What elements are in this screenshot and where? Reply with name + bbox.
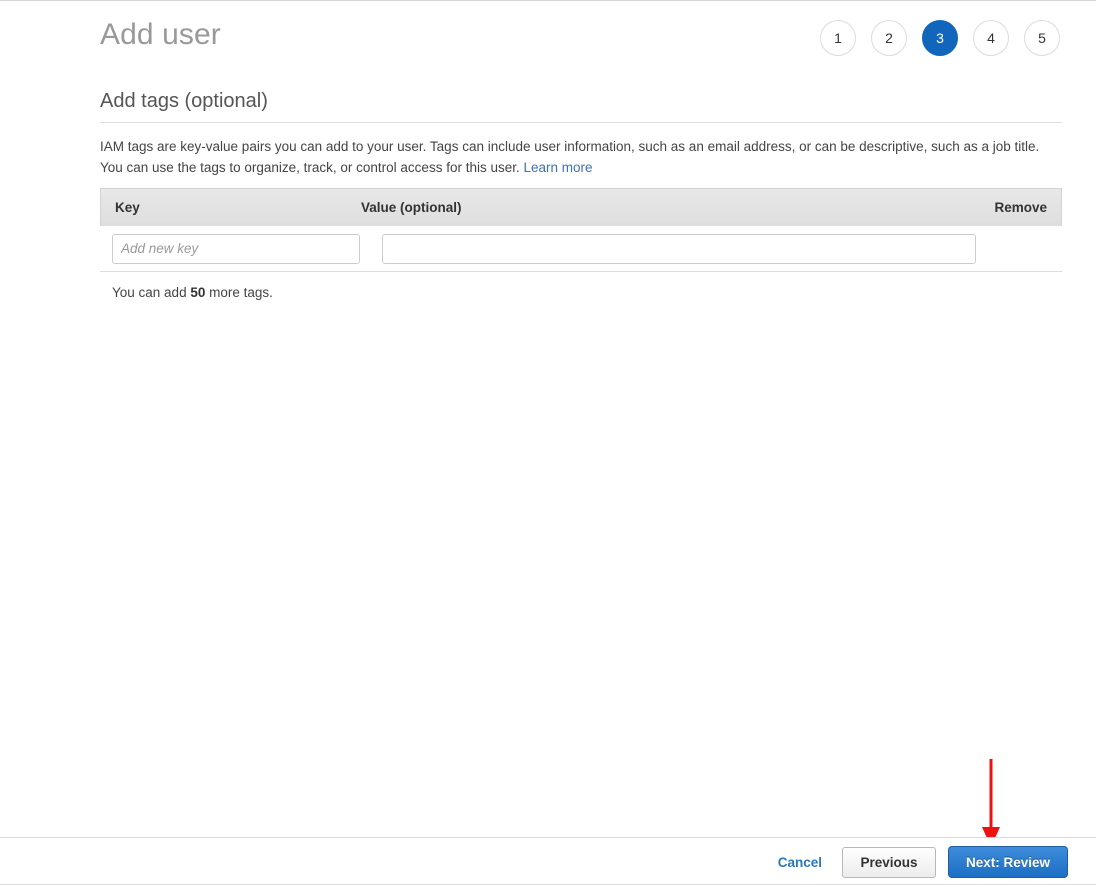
top-divider (0, 0, 1096, 1)
table-row (100, 226, 1062, 271)
wizard-step-5[interactable]: 5 (1024, 20, 1060, 56)
tags-table-body (100, 226, 1062, 272)
page-title: Add user (100, 18, 221, 52)
tags-table-header: Key Value (optional) Remove (100, 188, 1062, 226)
column-header-key: Key (101, 200, 361, 215)
footer-actions: Cancel Previous Next: Review (770, 846, 1068, 878)
red-down-arrow-icon (968, 757, 1014, 849)
tag-value-input[interactable] (382, 234, 976, 264)
tags-note-suffix: more tags. (205, 285, 273, 300)
section-title: Add tags (optional) (100, 90, 1062, 123)
tag-key-input[interactable] (112, 234, 360, 264)
tags-table: Key Value (optional) Remove (100, 188, 1062, 272)
cell-key (100, 234, 360, 264)
page-header: Add user 1 2 3 4 5 (100, 14, 1060, 70)
column-header-remove: Remove (941, 200, 1061, 215)
wizard-step-3[interactable]: 3 (922, 20, 958, 56)
wizard-step-2[interactable]: 2 (871, 20, 907, 56)
wizard-step-1[interactable]: 1 (820, 20, 856, 56)
tags-remaining-note: You can add 50 more tags. (112, 285, 273, 300)
section-description: IAM tags are key-value pairs you can add… (100, 123, 1050, 178)
wizard-step-indicator: 1 2 3 4 5 (820, 20, 1060, 56)
tags-note-prefix: You can add (112, 285, 190, 300)
tags-note-count: 50 (190, 285, 205, 300)
wizard-step-4[interactable]: 4 (973, 20, 1009, 56)
wizard-footer: Cancel Previous Next: Review (0, 837, 1096, 885)
add-tags-section: Add tags (optional) IAM tags are key-val… (100, 90, 1062, 178)
learn-more-link[interactable]: Learn more (523, 160, 592, 175)
column-header-value: Value (optional) (361, 200, 941, 215)
cancel-button[interactable]: Cancel (770, 849, 830, 876)
next-review-button[interactable]: Next: Review (948, 846, 1068, 878)
cell-value (360, 234, 1062, 264)
previous-button[interactable]: Previous (842, 847, 936, 878)
